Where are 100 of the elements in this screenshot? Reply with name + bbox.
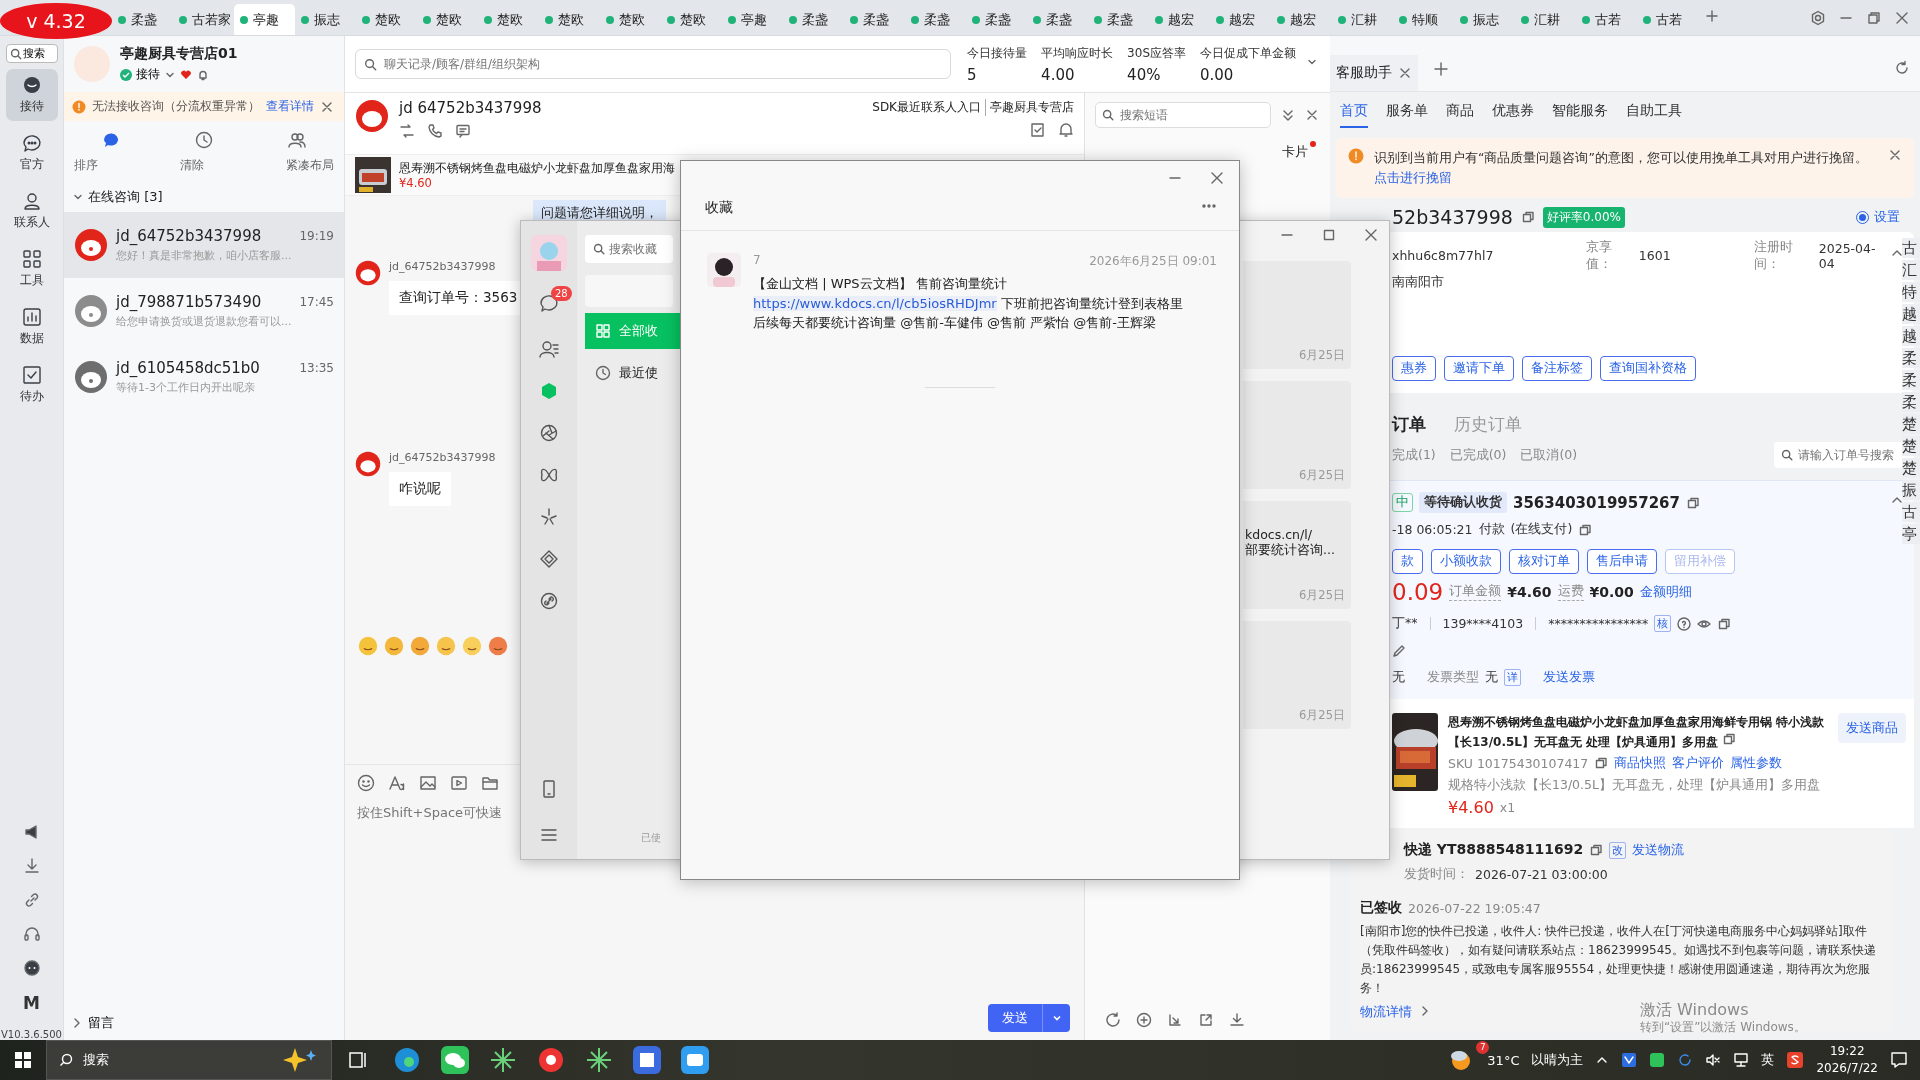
close-icon[interactable] <box>1888 148 1902 162</box>
edit-button[interactable]: 改 <box>1609 841 1627 859</box>
tab[interactable]: 楚欧 <box>539 4 600 35</box>
settings-radio[interactable]: 设置 <box>1850 207 1906 227</box>
verify-button[interactable]: 核 <box>1654 615 1672 632</box>
side-tab[interactable]: 振 <box>1902 480 1920 500</box>
send-button[interactable]: 发送 <box>988 1004 1042 1032</box>
plus-icon[interactable] <box>1432 60 1450 78</box>
retain-link[interactable]: 点击进行挽留 <box>1374 170 1452 185</box>
clock-icon[interactable] <box>595 365 611 381</box>
tab[interactable]: 柔盏 <box>905 4 966 35</box>
refresh-icon[interactable] <box>1105 1012 1121 1028</box>
header-link[interactable]: 亭趣厨具专营店 <box>985 99 1074 116</box>
edit-icon[interactable] <box>1392 643 1406 658</box>
action-button[interactable]: 查询国补资格 <box>1600 356 1696 381</box>
tab[interactable]: 楚欧 <box>478 4 539 35</box>
nav-item[interactable]: 待办 <box>5 359 58 411</box>
copy-icon[interactable] <box>1594 756 1609 770</box>
network-icon[interactable] <box>1733 1052 1750 1068</box>
product-title[interactable]: 恩寿溯不锈钢烤鱼盘电磁炉小龙虾盘加厚鱼盘家用海鲜专用锅 特小浅款【长13/0.5L】无耳盘无 处理【炉具通用】多用盘 <box>1448 713 1828 752</box>
sort-button[interactable]: 排序 <box>74 157 98 174</box>
tab[interactable]: 智能服务 <box>1552 102 1608 128</box>
header-link[interactable]: SDK最近联系人入口 <box>872 99 981 116</box>
letter-app-icon[interactable] <box>630 1043 664 1077</box>
send-logistics-link[interactable]: 发送物流 <box>1632 841 1685 859</box>
tab[interactable]: 古若 <box>1637 4 1698 35</box>
diamond-icon[interactable] <box>539 549 559 569</box>
sparkle-icon[interactable] <box>539 507 559 527</box>
side-tab[interactable]: 柔 <box>1902 370 1920 390</box>
close-icon[interactable] <box>1209 170 1225 186</box>
tab[interactable]: 古若 <box>1576 4 1637 35</box>
side-tab[interactable]: 越 <box>1902 304 1920 324</box>
download-icon[interactable] <box>1229 1012 1245 1028</box>
phrase-search-field[interactable]: 搜索短语 <box>1095 102 1271 128</box>
help-icon[interactable] <box>1677 616 1692 631</box>
document-link[interactable]: https://www.kdocs.cn/l/cb5iosRHDJmr <box>753 295 997 311</box>
heart-icon[interactable] <box>180 68 192 81</box>
side-tab[interactable]: 柔 <box>1902 392 1920 412</box>
tab[interactable]: 汇耕 <box>1332 4 1393 35</box>
download-icon[interactable] <box>22 857 41 875</box>
logistics-detail-link[interactable]: 物流详情 <box>1360 1003 1412 1021</box>
speaker-muted-icon[interactable] <box>1705 1052 1722 1068</box>
product-link[interactable]: 商品快照 <box>1614 754 1667 772</box>
conversation-item[interactable]: jd_798871b573490 17:45 给您申请换货或退货退款您看可以... <box>64 278 344 344</box>
tab[interactable]: 越宏 <box>1271 4 1332 35</box>
side-tab[interactable]: 古 <box>1902 502 1920 522</box>
copy-icon[interactable] <box>1722 732 1737 746</box>
tab[interactable]: 首页 <box>1340 102 1368 128</box>
copy-icon[interactable] <box>1578 522 1593 537</box>
message-icon[interactable] <box>455 123 471 139</box>
side-tab[interactable]: 汇 <box>1902 260 1920 280</box>
nav-item[interactable]: 工具 <box>5 243 58 295</box>
side-tab[interactable]: 特 <box>1902 282 1920 302</box>
side-tab[interactable]: 柔 <box>1902 348 1920 368</box>
tab[interactable]: 柔盏 <box>1027 4 1088 35</box>
conversation-item[interactable]: jd_64752b3437998 19:19 您好！真是非常抱歉，咱小店客服... <box>64 212 344 278</box>
leave-message-item[interactable]: 留言 <box>88 1014 114 1032</box>
collapse-icon[interactable] <box>1281 108 1295 122</box>
card-tab[interactable]: 卡片 <box>1282 143 1308 161</box>
bell-icon[interactable] <box>1058 122 1074 138</box>
panel-tab[interactable]: 客服助手 <box>1330 55 1418 91</box>
product-link[interactable]: 属性参数 <box>1730 754 1783 772</box>
notification-icon[interactable] <box>1890 1051 1908 1069</box>
send-invoice-link[interactable]: 发送发票 <box>1543 669 1595 686</box>
side-tab[interactable]: 楚 <box>1902 436 1920 456</box>
details-link[interactable]: 查看详情 <box>266 98 314 115</box>
tab[interactable]: 订单 <box>1392 413 1426 436</box>
tab[interactable]: 楚欧 <box>417 4 478 35</box>
external-link-icon[interactable] <box>1198 1012 1214 1028</box>
action-button[interactable]: 备注标签 <box>1522 356 1592 381</box>
transfer-icon[interactable] <box>399 123 415 139</box>
tab[interactable]: 楚欧 <box>600 4 661 35</box>
tab[interactable]: 服务单 <box>1386 102 1428 128</box>
tab[interactable]: 柔盏 <box>112 4 173 35</box>
clock[interactable]: 19:22 2026/7/22 <box>1816 1043 1878 1077</box>
side-tab[interactable]: 楚 <box>1902 458 1920 478</box>
tab[interactable]: 自助工具 <box>1626 102 1682 128</box>
group-icon[interactable] <box>288 131 307 149</box>
tab[interactable]: 楚欧 <box>356 4 417 35</box>
checklist-icon[interactable] <box>1030 122 1046 138</box>
status-dropdown[interactable]: 接待 <box>120 66 175 83</box>
contacts-icon[interactable] <box>539 339 559 359</box>
font-icon[interactable] <box>388 773 406 792</box>
close-icon[interactable] <box>1363 227 1379 243</box>
favorites-search-field[interactable]: 搜索收藏 <box>585 235 673 263</box>
product-title[interactable]: 恩寿溯不锈钢烤鱼盘电磁炉小龙虾盘加厚鱼盘家用海 <box>399 160 675 176</box>
taskbar-search[interactable]: 搜索 <box>46 1040 332 1080</box>
tab[interactable]: 越宏 <box>1210 4 1271 35</box>
tab[interactable]: 越宏 <box>1149 4 1210 35</box>
close-icon[interactable] <box>1305 108 1319 122</box>
amount-detail-link[interactable]: 金额明细 <box>1639 583 1692 601</box>
side-tab[interactable]: 越 <box>1902 326 1920 346</box>
action-button[interactable]: 小额收款 <box>1431 549 1501 574</box>
tab[interactable]: 亭趣 <box>722 4 783 35</box>
plus-icon[interactable] <box>1704 7 1720 24</box>
headset-icon[interactable] <box>22 925 41 943</box>
search-button[interactable]: 搜索 <box>5 44 58 63</box>
side-tab[interactable]: 亭 <box>1902 524 1920 544</box>
tab[interactable]: 振志 <box>295 4 356 35</box>
chat-app-icon[interactable] <box>438 1043 472 1077</box>
